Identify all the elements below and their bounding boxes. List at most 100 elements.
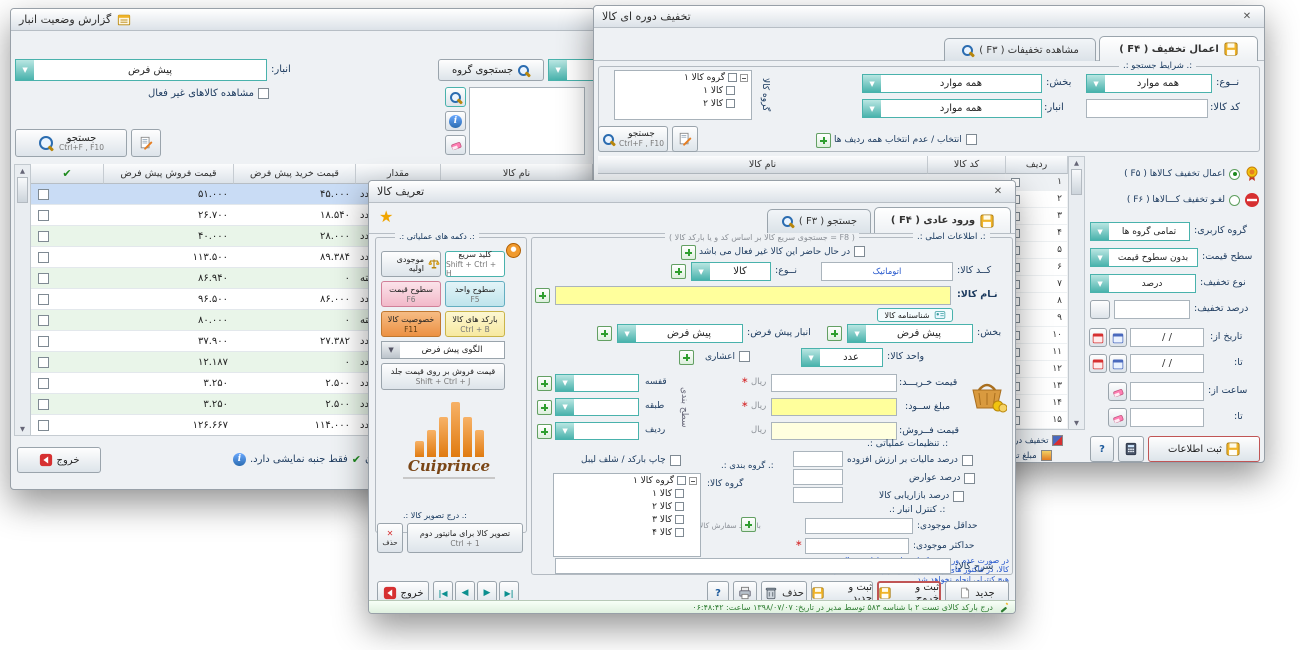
save-info-button[interactable]: ثبت اطلاعات (1148, 436, 1260, 462)
type-combobox[interactable]: همه موارد▼ (1086, 74, 1212, 93)
calendar-red-button[interactable] (1089, 354, 1107, 373)
row-checkbox[interactable] (38, 231, 49, 242)
exit-button[interactable]: خروج (17, 447, 101, 473)
tree-checkbox[interactable] (675, 489, 684, 498)
item-description-input[interactable] (555, 558, 951, 574)
close-icon[interactable]: ✕ (1238, 11, 1256, 22)
show-inactive-checkbox[interactable]: مشاهده کالاهای غیر فعال (111, 86, 269, 101)
section-combobox[interactable]: پیش فرض▼ (847, 324, 973, 343)
print-barcode-checkbox[interactable]: چاپ بارکد / شلف لیبل (581, 453, 681, 467)
item-type-combobox[interactable]: کالا▼ (691, 262, 771, 281)
sale-price-input[interactable] (771, 422, 897, 440)
tab-normal-entry[interactable]: ورود عادی ( F۴ ) (874, 207, 1011, 233)
row-checkbox[interactable] (38, 420, 49, 431)
min-stock-input[interactable] (805, 518, 913, 534)
time-clear-button[interactable] (1108, 382, 1127, 401)
group-filter-combobox[interactable]: ▼ (548, 59, 594, 81)
image-second-monitor-button[interactable]: تصویر کالا برای مانیتور دوم Ctrl + 1 (407, 523, 523, 553)
row-checkbox[interactable] (38, 378, 49, 389)
row-checkbox[interactable] (38, 315, 49, 326)
tree-item[interactable]: کالا ۱ (615, 84, 751, 97)
tree-item[interactable]: کالا ۲ (554, 500, 700, 513)
help-button[interactable]: ? (1090, 436, 1114, 462)
store-combobox[interactable]: پیش فرض ▼ (15, 59, 267, 81)
favorite-star-icon[interactable]: ★ (379, 207, 393, 226)
add-icon[interactable] (535, 288, 550, 303)
tree-item-root[interactable]: گروه کالا ۱ (615, 71, 751, 84)
default-template-combobox[interactable]: الگوی پیش فرض ▼ (381, 341, 505, 359)
row-checkbox[interactable] (38, 336, 49, 347)
tree-item[interactable]: کالا ۱ (554, 487, 700, 500)
section-combobox[interactable]: همه موارد▼ (862, 74, 1042, 93)
item-group-tree[interactable]: گروه کالا ۱ کالا ۱ کالا ۲ کالا ۳ کالا ۴ (553, 473, 701, 557)
calendar-blue-button[interactable] (1109, 354, 1127, 373)
marketing-input[interactable] (793, 487, 843, 503)
tree-checkbox[interactable] (677, 476, 686, 485)
time-to-input[interactable] (1130, 408, 1204, 427)
edit-list-button[interactable] (131, 129, 161, 157)
tree-checkbox[interactable] (675, 528, 684, 537)
row-checkbox[interactable] (38, 399, 49, 410)
add-icon[interactable] (537, 400, 552, 415)
row-checkbox[interactable] (38, 252, 49, 263)
search-button[interactable]: جستجو Ctrl+F , F10 (15, 129, 127, 157)
discount-type-combobox[interactable]: درصد▼ (1090, 274, 1196, 293)
calendar-blue-button[interactable] (1109, 328, 1127, 347)
table-scrollbar[interactable]: ▲ ▼ (1068, 156, 1085, 430)
tree-expander-icon[interactable] (689, 477, 697, 485)
group-find-button[interactable] (445, 87, 466, 107)
item-properties-button[interactable]: خصوصیت کالا F11 (381, 311, 441, 337)
tab-apply-discount[interactable]: اعمال تخفیف ( F۴ ) (1099, 36, 1258, 61)
calculator-button[interactable] (1118, 436, 1144, 462)
unit-combobox[interactable]: عدد▼ (801, 348, 883, 367)
search-button[interactable]: جستجو Ctrl+F , F10 (598, 126, 668, 152)
tree-checkbox[interactable] (726, 99, 735, 108)
scrollbar-thumb[interactable] (17, 177, 28, 203)
vat-input[interactable] (793, 451, 843, 467)
marketing-checkbox[interactable]: درصد بازاریابی کالا (879, 489, 964, 503)
tree-item[interactable]: کالا ۴ (554, 526, 700, 539)
decimal-checkbox[interactable]: اعشاری (705, 349, 750, 364)
close-icon[interactable]: ✕ (989, 186, 1007, 197)
tree-item[interactable]: کالا ۲ (615, 97, 751, 110)
tree-item-root[interactable]: گروه کالا ۱ (554, 474, 700, 487)
price-level-combobox[interactable]: بدون سطوح قیمت▼ (1090, 248, 1198, 267)
profit-input[interactable] (771, 398, 897, 416)
discount-percent-input[interactable] (1114, 300, 1190, 319)
row-checkbox[interactable] (38, 294, 49, 305)
add-icon[interactable] (537, 376, 552, 391)
row-checkbox[interactable] (38, 189, 49, 200)
edit-list-button[interactable] (672, 126, 698, 152)
add-icon[interactable] (681, 245, 696, 260)
item-code-input[interactable] (1086, 99, 1208, 118)
table-scrollbar[interactable]: ▲ ▼ (14, 164, 31, 436)
cover-price-button[interactable]: قیمت فروش بر روی قیمت جلد Shift + Ctrl +… (381, 363, 505, 390)
scrollbar-thumb[interactable] (1071, 169, 1082, 195)
user-group-combobox[interactable]: تمامی گروه ها▼ (1090, 222, 1190, 241)
settings-dot-icon[interactable] (506, 243, 521, 258)
duty-checkbox[interactable]: درصد عوارض (909, 471, 975, 485)
row-checkbox[interactable] (38, 357, 49, 368)
add-group-icon[interactable] (741, 517, 756, 532)
item-idcard-link[interactable]: شناسنامه کالا (877, 308, 953, 322)
tier-combobox[interactable]: ▼ (555, 398, 639, 416)
item-group-tree[interactable]: گروه کالا ۱ کالا ۱ کالا ۲ (614, 70, 752, 120)
tree-checkbox[interactable] (728, 73, 737, 82)
store-combobox[interactable]: همه موارد▼ (862, 99, 1042, 118)
quick-key-button[interactable]: کلید سریع Shift + Ctrl + H (445, 251, 505, 277)
date-to-input[interactable]: / / (1130, 354, 1204, 373)
max-stock-input[interactable] (805, 538, 909, 554)
apply-discount-radio[interactable]: اعمال تخفیف کـالاها ( F۵ ) (1090, 164, 1260, 184)
duty-input[interactable] (793, 469, 843, 485)
vat-checkbox[interactable]: درصد مالیات بر ارزش افزوده (847, 453, 973, 467)
tree-checkbox[interactable] (675, 502, 684, 511)
default-store-combobox[interactable]: پیش فرض▼ (617, 324, 743, 343)
tree-checkbox[interactable] (675, 515, 684, 524)
shelf-combobox[interactable]: ▼ (555, 374, 639, 392)
row-combobox[interactable]: ▼ (555, 422, 639, 440)
percent-helper-button[interactable] (1090, 300, 1110, 319)
group-result-list[interactable] (469, 87, 585, 155)
item-code-input[interactable]: اتوماتیک (821, 262, 953, 281)
group-clear-button[interactable] (445, 135, 466, 155)
add-icon[interactable] (597, 326, 612, 341)
